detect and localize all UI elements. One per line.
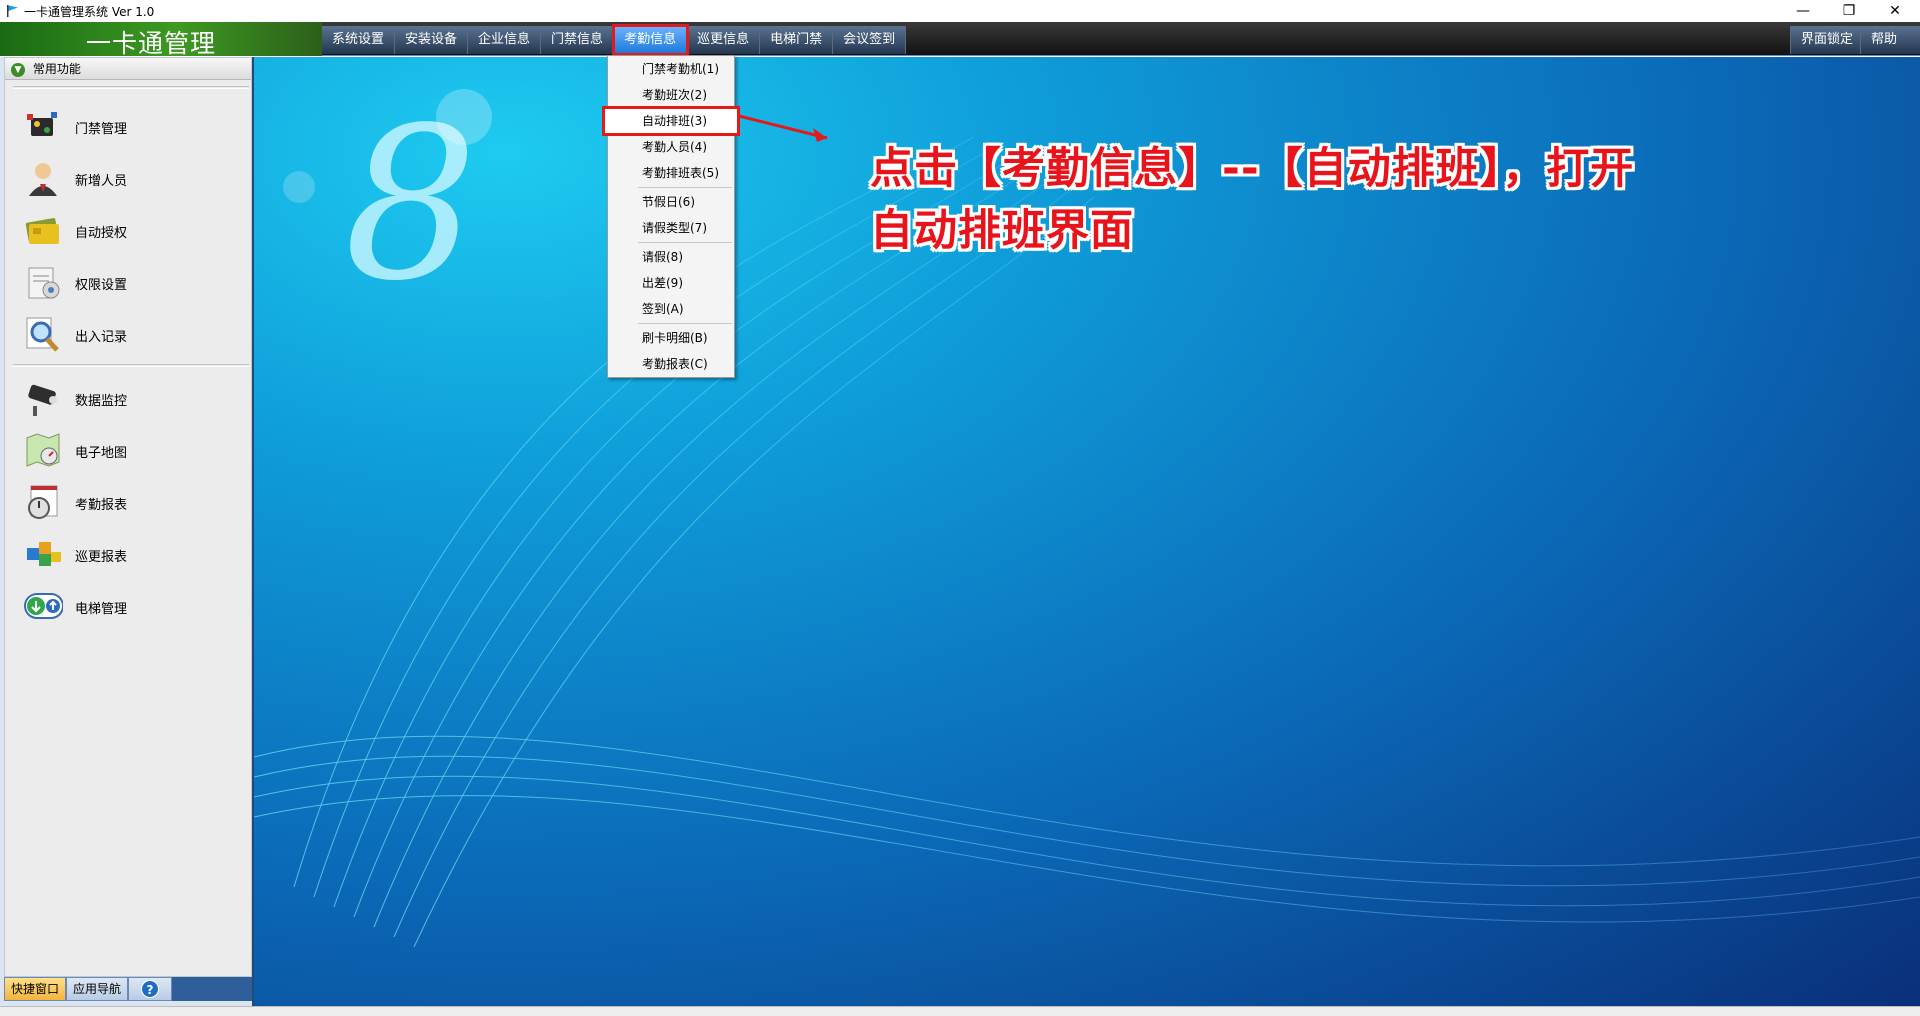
sidebar-header-label: 常用功能 [32,62,81,76]
sidebar-item-elevator[interactable]: 电梯管理 [19,582,239,628]
dropdown-item-attendance-machine[interactable]: 门禁考勤机(1) [608,56,734,82]
menu-system-settings[interactable]: 系统设置 [322,26,396,54]
elevator-icon [24,593,63,619]
sidebar-item-attendance-report[interactable]: 考勤报表 [19,478,239,524]
dropdown-item-card-detail[interactable]: 刷卡明细(B) [608,325,734,351]
menu-lock-ui[interactable]: 界面锁定 [1790,26,1864,54]
annotation-text: 点击【考勤信息】--【自动排班】，打开 自动排班界面 [870,138,1770,262]
menu-company-info[interactable]: 企业信息 [468,26,542,54]
title-bar: 一卡通管理系统 Ver 1.0 — ❐ ✕ [0,0,1920,22]
sidebar-item-label: 权限设置 [75,278,128,293]
person-icon [29,163,57,196]
menu-bar: 一卡通管理 系统设置 安装设备 企业信息 门禁信息 考勤信息 巡更信息 电梯门禁… [0,22,1920,58]
menu-help[interactable]: 帮助 [1860,26,1920,54]
restore-button[interactable]: ❐ [1826,0,1872,22]
sidebar-item-label: 数据监控 [75,394,128,409]
dropdown-item-leave[interactable]: 请假(8) [608,244,734,270]
tab-app-navigation[interactable]: 应用导航 [66,977,129,1001]
sidebar-item-label: 巡更报表 [75,550,128,565]
annotation-line-1: 点击【考勤信息】--【自动排班】，打开 [870,144,1635,194]
status-bar [0,1006,1920,1016]
sidebar-item-data-monitor[interactable]: 数据监控 [19,374,239,420]
dropdown-item-sign-in[interactable]: 签到(A) [608,296,734,322]
sidebar-item-access-log[interactable]: 出入记录 [19,310,239,356]
sidebar-item-label: 考勤报表 [75,498,128,513]
logo-eight-image: 8 [283,82,492,327]
dropdown-item-holiday[interactable]: 节假日(6) [608,189,734,215]
sidebar-item-label: 门禁管理 [75,122,128,137]
dropdown-item-shift[interactable]: 考勤班次(2) [608,82,734,108]
clock-icon [28,485,58,519]
help-tab[interactable]: ? [128,977,173,1001]
chip-icon [27,112,57,136]
sidebar-item-access-control[interactable]: 门禁管理 [19,102,239,148]
sidebar-item-label: 出入记录 [75,330,128,345]
minimize-button[interactable]: — [1780,0,1826,22]
sidebar: ▼ 常用功能 门禁管理 新增人员 自动授权 权限设置 出入记录 数据监控 电子地… [0,57,254,1006]
camera-icon [28,384,57,416]
brand-title: 一卡通管理 [86,29,217,58]
document-icon [28,267,60,299]
menu-meeting-signin[interactable]: 会议签到 [833,26,907,54]
sidebar-item-auto-authorize[interactable]: 自动授权 [19,206,239,252]
dropdown-divider [638,323,732,324]
main-menu: 系统设置 安装设备 企业信息 门禁信息 考勤信息 巡更信息 电梯门禁 会议签到 [322,24,907,56]
sidebar-item-add-person[interactable]: 新增人员 [19,154,239,200]
dropdown-item-auto-schedule[interactable]: 自动排班(3) [602,106,740,136]
sidebar-divider [13,86,249,89]
menu-access-info[interactable]: 门禁信息 [541,26,615,54]
sidebar-item-patrol-report[interactable]: 巡更报表 [19,530,239,576]
close-button[interactable]: ✕ [1872,0,1918,22]
sidebar-item-label: 电子地图 [75,446,128,461]
brand-banner: 一卡通管理 [0,22,322,58]
chevron-down-icon[interactable]: ▼ [11,62,25,77]
dropdown-item-leave-type[interactable]: 请假类型(7) [608,215,734,241]
help-icon[interactable]: ? [141,980,160,998]
menu-elevator-access[interactable]: 电梯门禁 [760,26,834,54]
puzzle-icon [27,542,61,566]
dropdown-item-attendance-staff[interactable]: 考勤人员(4) [608,134,734,160]
sidebar-item-label: 新增人员 [75,174,128,189]
map-icon [26,433,60,467]
dropdown-item-schedule-table[interactable]: 考勤排班表(5) [608,160,734,186]
card-icon [25,218,59,244]
tab-shortcut-window[interactable]: 快捷窗口 [4,977,67,1001]
dropdown-divider [638,187,732,188]
magnifier-icon [26,317,59,352]
sidebar-panel: ▼ 常用功能 门禁管理 新增人员 自动授权 权限设置 出入记录 数据监控 电子地… [4,57,252,977]
window-title: 一卡通管理系统 Ver 1.0 [24,5,155,19]
sidebar-divider [13,364,249,367]
sidebar-item-permission[interactable]: 权限设置 [19,258,239,304]
app-flag-icon [7,5,18,17]
sidebar-item-e-map[interactable]: 电子地图 [19,426,239,472]
menu-install-device[interactable]: 安装设备 [395,26,469,54]
annotation-arrow [738,114,828,142]
sidebar-item-label: 自动授权 [75,226,128,241]
sidebar-header[interactable]: ▼ 常用功能 [5,58,251,80]
sidebar-item-label: 电梯管理 [75,602,128,617]
dropdown-item-business-trip[interactable]: 出差(9) [608,270,734,296]
dropdown-divider [638,242,732,243]
sidebar-tabs: 快捷窗口 应用导航 ? [4,977,252,1001]
attendance-dropdown-menu: 门禁考勤机(1) 考勤班次(2) 自动排班(3) 考勤人员(4) 考勤排班表(5… [602,55,740,378]
menu-attendance-info[interactable]: 考勤信息 [612,24,690,56]
annotation-line-2: 自动排班界面 [870,206,1134,256]
dropdown-item-attendance-report[interactable]: 考勤报表(C) [608,351,734,377]
menu-patrol-info[interactable]: 巡更信息 [687,26,761,54]
